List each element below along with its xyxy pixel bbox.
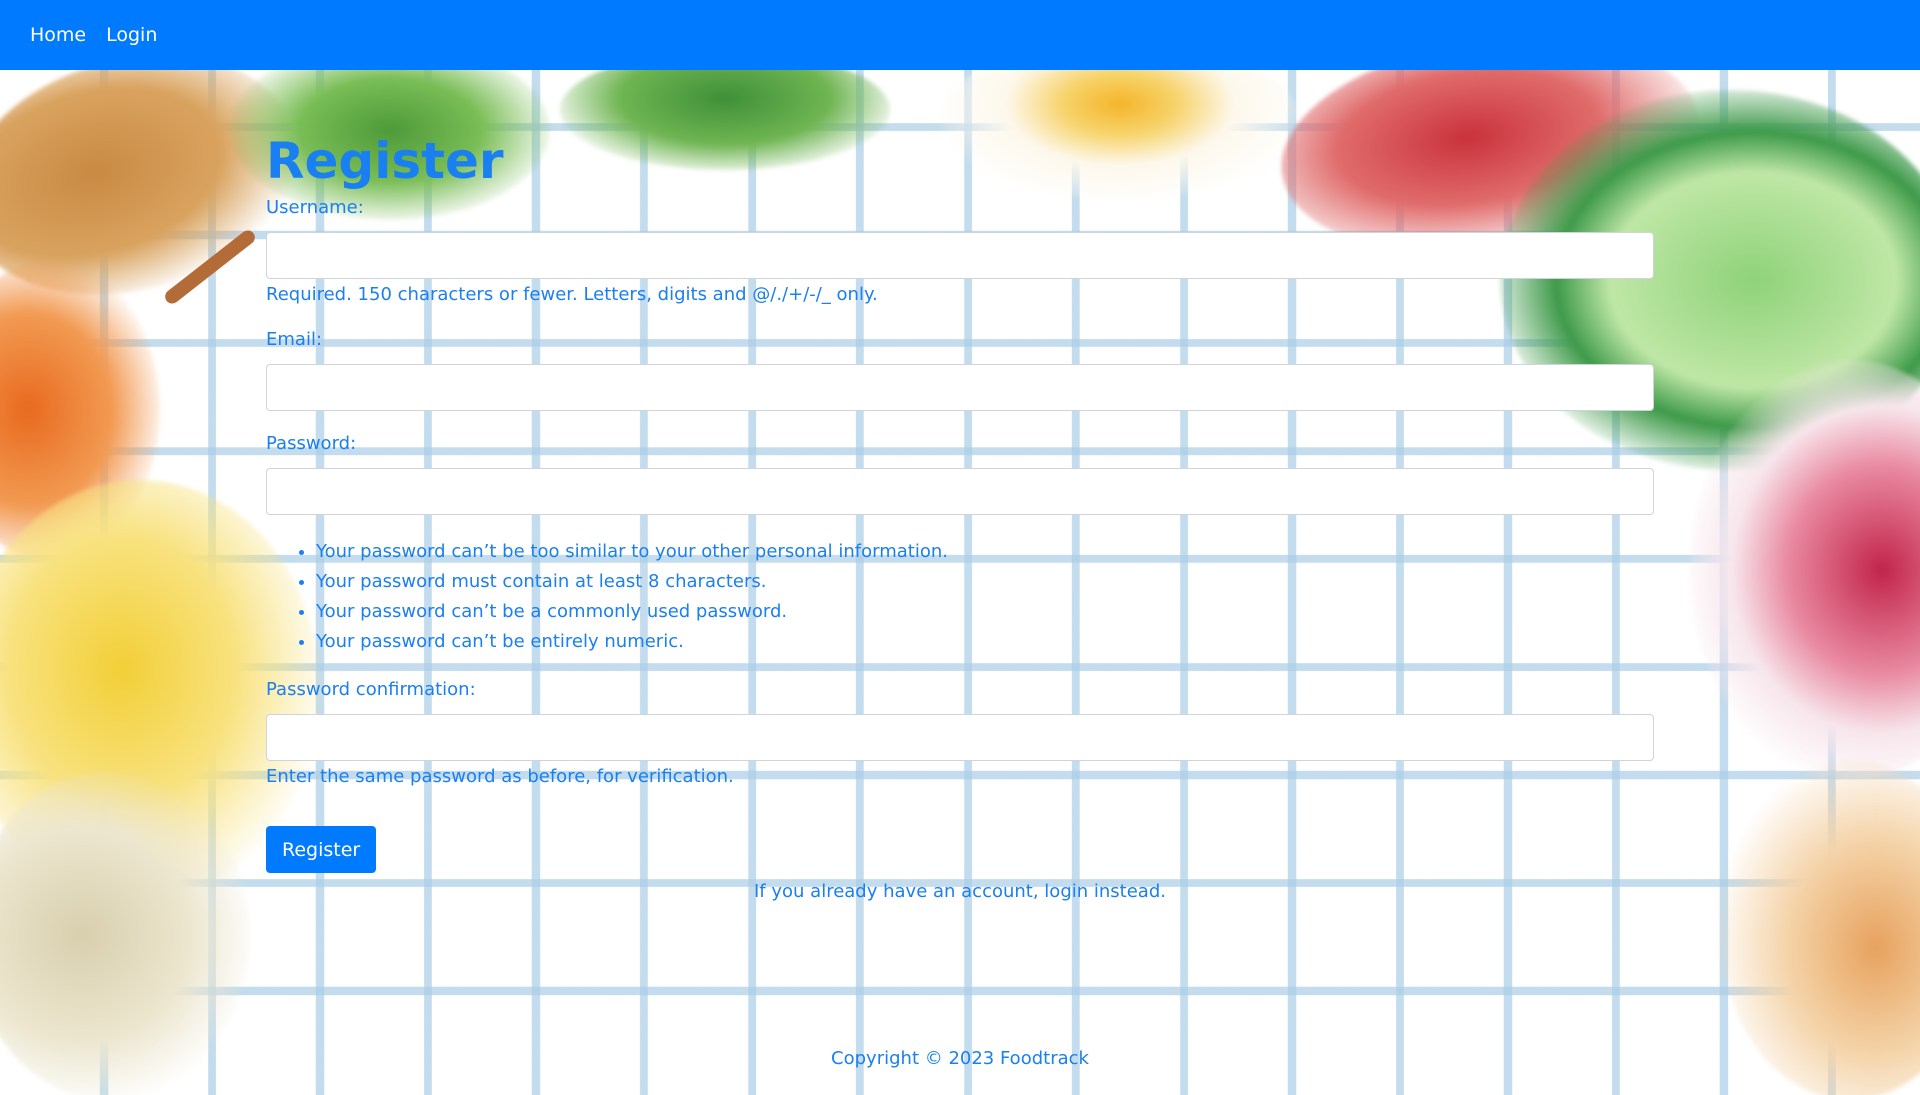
pastry-illustration (1720, 760, 1920, 1095)
password-group: Password: Your password can’t be too sim… (266, 432, 1654, 657)
password-rule: Your password can’t be a commonly used p… (316, 597, 1654, 627)
username-group: Username: Required. 150 characters or fe… (266, 196, 1654, 307)
login-instead-link[interactable]: If you already have an account, login in… (266, 881, 1654, 902)
nav-home-link[interactable]: Home (30, 24, 86, 46)
register-form: Username: Required. 150 characters or fe… (266, 196, 1654, 873)
page-title: Register (266, 132, 504, 190)
email-input[interactable] (266, 364, 1654, 411)
password-rule: Your password must contain at least 8 ch… (316, 567, 1654, 597)
username-label: Username: (266, 197, 364, 218)
password-rule: Your password can’t be entirely numeric. (316, 627, 1654, 657)
password-confirmation-group: Password confirmation: Enter the same pa… (266, 678, 1654, 789)
footer-copyright: Copyright © 2023 Foodtrack (831, 1048, 1089, 1069)
username-help-text: Required. 150 characters or fewer. Lette… (266, 284, 878, 305)
register-form-container: Register Username: Required. 150 charact… (266, 130, 1654, 902)
password-rules-list: Your password can’t be too similar to yo… (266, 537, 1654, 657)
username-input[interactable] (266, 232, 1654, 279)
email-label: Email: (266, 329, 323, 350)
email-group: Email: (266, 328, 1654, 411)
register-button[interactable]: Register (266, 826, 377, 873)
navbar: Home Login (0, 0, 1920, 70)
password-rule: Your password can’t be too similar to yo… (316, 537, 1654, 567)
password-confirmation-label: Password confirmation: (266, 679, 476, 700)
nav-login-link[interactable]: Login (106, 24, 157, 46)
password-confirmation-input[interactable] (266, 714, 1654, 761)
password-confirmation-help-text: Enter the same password as before, for v… (266, 766, 734, 787)
password-label: Password: (266, 433, 357, 454)
password-input[interactable] (266, 468, 1654, 515)
